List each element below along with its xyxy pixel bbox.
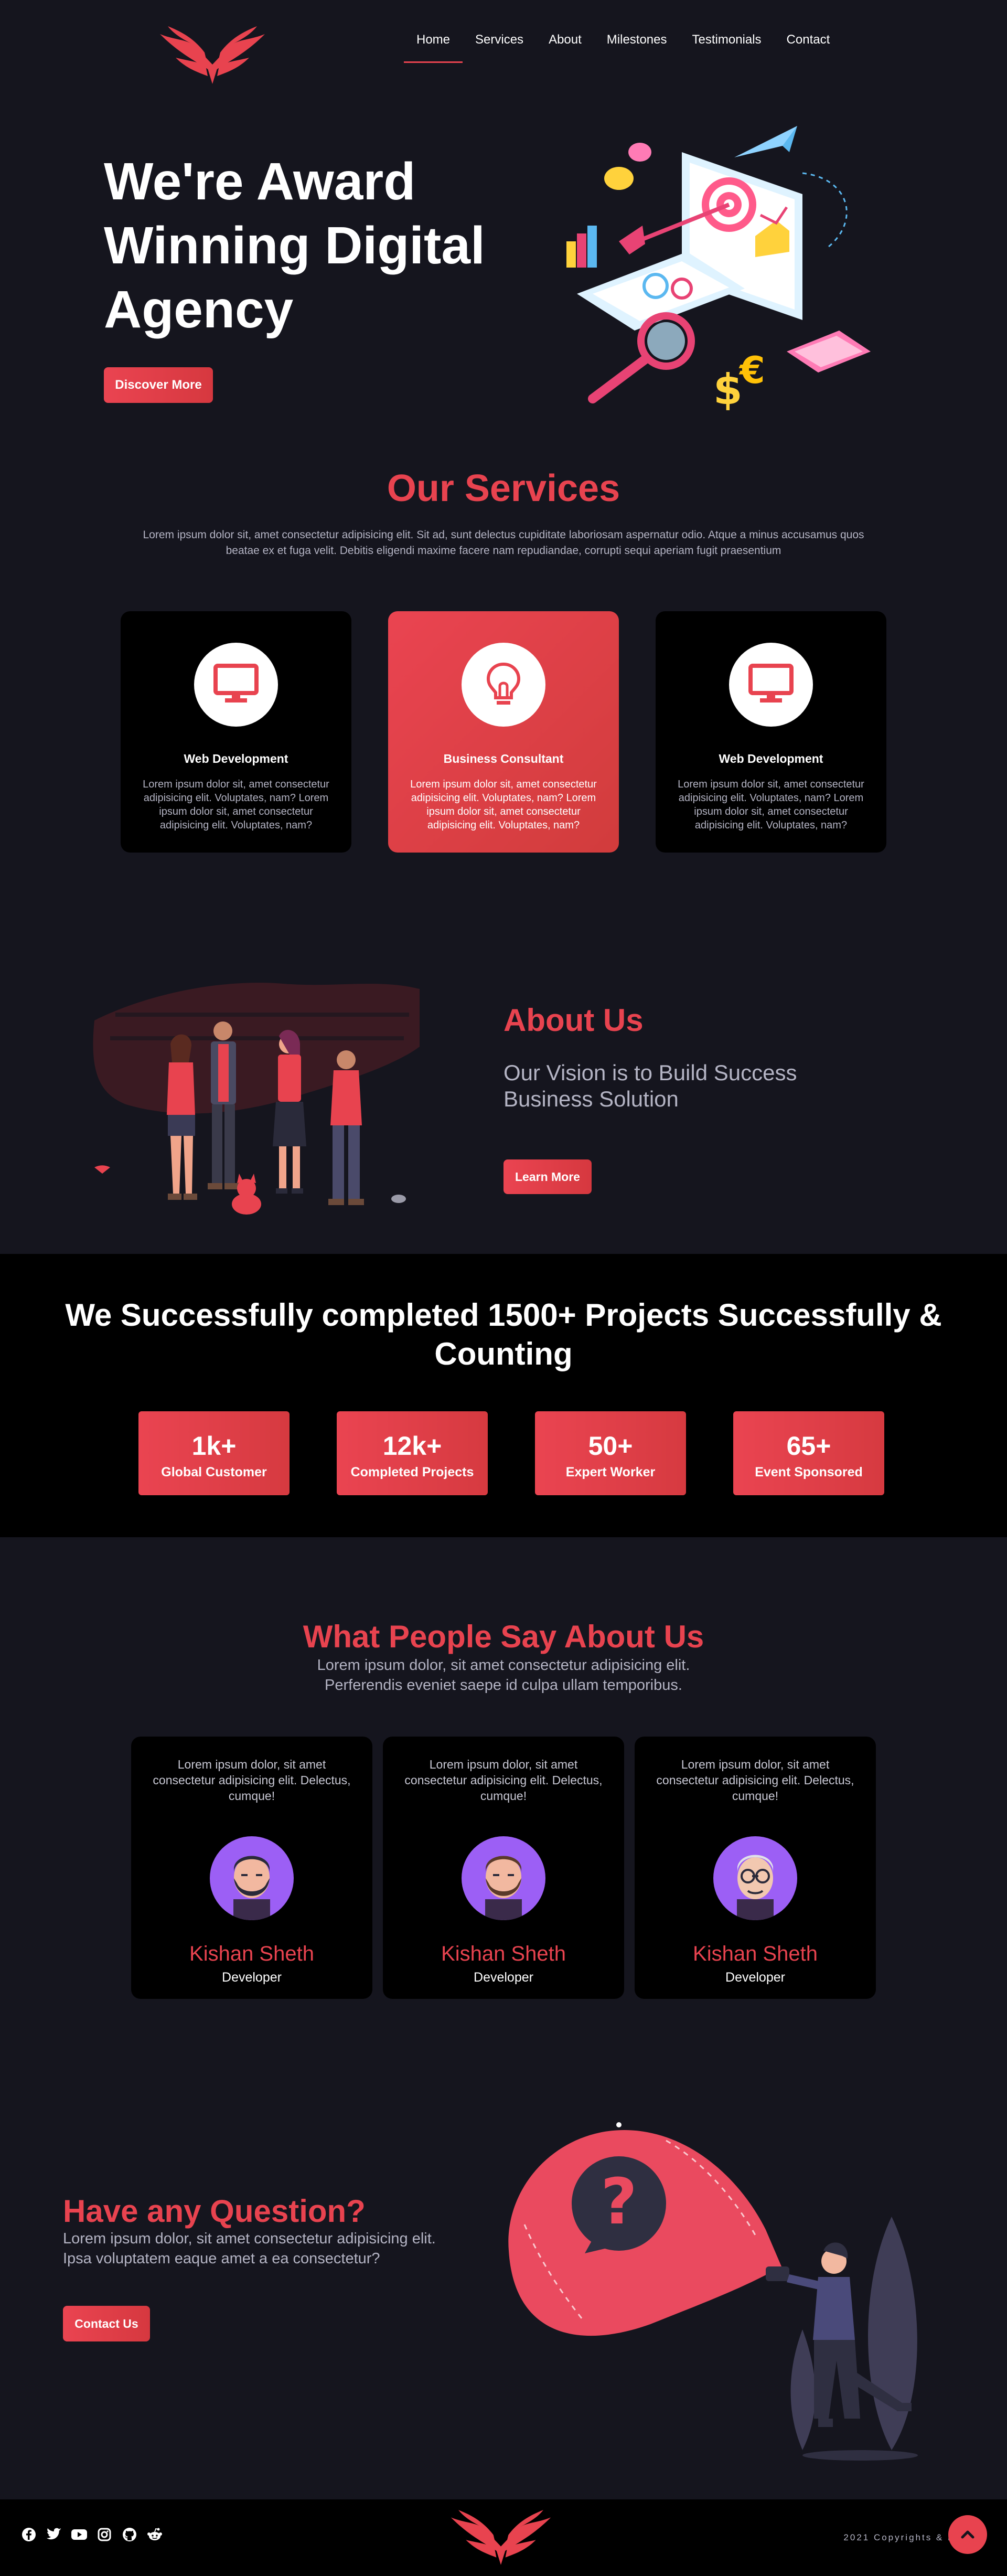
stat-label: Global Customer	[161, 1465, 267, 1479]
milestones-section: We Successfully completed 1500+ Projects…	[0, 1254, 1007, 1537]
contact-title: Have any Question?	[63, 2194, 366, 2229]
testimonial-card: Lorem ipsum dolor, sit amet consectetur …	[131, 1737, 372, 1999]
bearded-man-avatar-icon	[462, 1836, 545, 1920]
service-card[interactable]: Business Consultant Lorem ipsum dolor si…	[388, 611, 619, 853]
youtube-icon[interactable]	[70, 2526, 88, 2543]
svg-text:?: ?	[601, 2166, 637, 2239]
svg-text:€: €	[738, 349, 765, 392]
stat-card: 65+ Event Sponsored	[733, 1411, 884, 1495]
github-icon[interactable]	[121, 2526, 138, 2543]
learn-more-button[interactable]: Learn More	[504, 1159, 592, 1194]
about-subtitle: Our Vision is to Build Success Business …	[504, 1060, 797, 1111]
stat-label: Expert Worker	[565, 1465, 656, 1479]
contact-us-button[interactable]: Contact Us	[63, 2306, 150, 2341]
testimonial-role: Developer	[222, 1970, 282, 1985]
testimonial-quote: Lorem ipsum dolor, sit amet consectetur …	[656, 1758, 854, 1803]
testimonials-title: What People Say About Us	[303, 1619, 704, 1654]
testimonial-quote: Lorem ipsum dolor, sit amet consectetur …	[153, 1758, 351, 1803]
service-title: Web Development	[719, 752, 823, 765]
winged-logo-icon[interactable]	[157, 24, 267, 87]
stat-value: 1k+	[191, 1431, 237, 1461]
service-title: Web Development	[184, 752, 288, 765]
team-illustration	[93, 983, 420, 1215]
service-card[interactable]: Web Development Lorem ipsum dolor sit, a…	[121, 611, 351, 853]
svg-text:$: $	[713, 365, 743, 414]
testimonial-name: Kishan Sheth	[189, 1942, 314, 1965]
nav-services[interactable]: Services	[463, 33, 536, 47]
lightbulb-icon	[462, 643, 545, 727]
nav-milestones[interactable]: Milestones	[594, 33, 680, 47]
glasses-man-avatar-icon	[713, 1836, 797, 1920]
testimonial-card: Lorem ipsum dolor, sit amet consectetur …	[635, 1737, 876, 1999]
winged-logo-icon[interactable]	[448, 2507, 553, 2568]
monitor-icon	[729, 643, 813, 727]
stat-label: Event Sponsored	[755, 1465, 863, 1479]
discover-more-button[interactable]: Discover More	[104, 367, 213, 403]
copyright-text: 2021 Copyrights & Pr	[843, 2532, 960, 2542]
service-title: Business Consultant	[443, 752, 564, 765]
testimonial-name: Kishan Sheth	[693, 1942, 818, 1965]
nav-about[interactable]: About	[536, 33, 594, 47]
testimonial-role: Developer	[725, 1970, 785, 1985]
services-section: Our Services Lorem ipsum dolor sit, amet…	[0, 456, 1007, 1254]
stat-value: 65+	[786, 1431, 831, 1461]
services-description: Lorem ipsum dolor sit, amet consectetur …	[143, 529, 864, 557]
nav-testimonials[interactable]: Testimonials	[680, 33, 774, 47]
stat-value: 12k+	[382, 1431, 442, 1461]
testimonial-quote: Lorem ipsum dolor, sit amet consectetur …	[404, 1758, 603, 1803]
monitor-icon	[194, 643, 278, 727]
reddit-icon[interactable]	[146, 2526, 164, 2543]
service-card[interactable]: Web Development Lorem ipsum dolor sit, a…	[656, 611, 886, 853]
service-description: Lorem ipsum dolor sit, amet consectetur …	[678, 779, 864, 831]
stat-card: 50+ Expert Worker	[535, 1411, 686, 1495]
contact-description: Lorem ipsum dolor, sit amet consectetur …	[63, 2230, 436, 2267]
arrow-up-icon[interactable]	[948, 2515, 987, 2554]
stat-label: Completed Projects	[350, 1465, 474, 1479]
testimonials-description: Lorem ipsum dolor, sit amet consectetur …	[317, 1657, 690, 1694]
main-nav: Home Services About Milestones Testimoni…	[404, 33, 843, 63]
testimonials-section: What People Say About Us Lorem ipsum dol…	[0, 1537, 1007, 2078]
testimonial-role: Developer	[474, 1970, 533, 1985]
milestones-title: We Successfully completed 1500+ Projects…	[65, 1297, 942, 1371]
hero-section: We're Award Winning Digital Agency Disco…	[0, 100, 1007, 456]
facebook-icon[interactable]	[20, 2526, 38, 2543]
testimonial-name: Kishan Sheth	[441, 1942, 566, 1965]
services-title: Our Services	[387, 467, 620, 509]
hero-title: We're Award Winning Digital Agency	[104, 152, 485, 339]
digital-marketing-illustration: $ €	[566, 126, 871, 414]
site-footer: 2021 Copyrights & Pr	[0, 2499, 1007, 2576]
twitter-icon[interactable]	[45, 2526, 63, 2543]
stat-card: 12k+ Completed Projects	[337, 1411, 488, 1495]
stat-card: 1k+ Global Customer	[138, 1411, 290, 1495]
question-illustration: ?	[508, 2122, 918, 2461]
site-header: Home Services About Milestones Testimoni…	[0, 0, 1007, 100]
instagram-icon[interactable]	[95, 2526, 113, 2543]
nav-home[interactable]: Home	[404, 33, 463, 63]
service-description: Lorem ipsum dolor sit, amet consectetur …	[143, 779, 329, 831]
bearded-man-avatar-icon	[210, 1836, 294, 1920]
contact-section: Have any Question? Lorem ipsum dolor, si…	[0, 2078, 1007, 2499]
nav-contact[interactable]: Contact	[774, 33, 843, 47]
service-description: Lorem ipsum dolor sit, amet consectetur …	[410, 779, 597, 831]
stat-value: 50+	[588, 1431, 633, 1461]
social-links	[20, 2526, 164, 2543]
about-title: About Us	[504, 1003, 644, 1038]
testimonial-card: Lorem ipsum dolor, sit amet consectetur …	[383, 1737, 624, 1999]
